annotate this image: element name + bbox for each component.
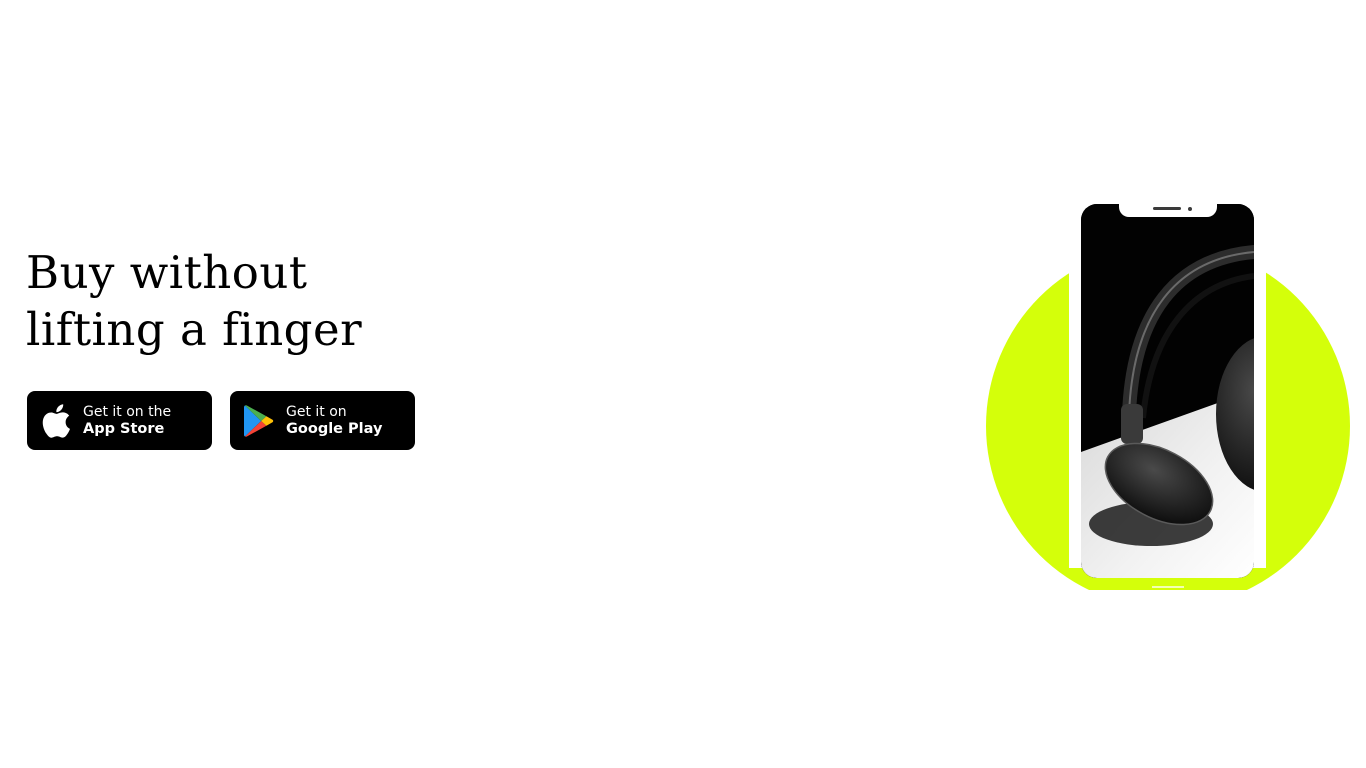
app-store-line-1: Get it on the bbox=[83, 403, 172, 420]
google-play-icon bbox=[242, 403, 276, 439]
phone-camera bbox=[1188, 207, 1192, 211]
apple-icon bbox=[39, 403, 73, 439]
phone-mockup-illustration bbox=[986, 204, 1350, 590]
headphones-photo bbox=[1081, 204, 1254, 578]
google-play-label: Get it on Google Play bbox=[286, 404, 382, 438]
headline-line-2: lifting a finger bbox=[26, 303, 363, 356]
google-play-button[interactable]: Get it on Google Play bbox=[230, 391, 415, 450]
store-buttons: Get it on the App Store Get it on Google… bbox=[27, 391, 415, 450]
headline: Buy without lifting a finger bbox=[26, 244, 362, 358]
phone-speaker bbox=[1153, 207, 1181, 210]
phone-screen bbox=[1081, 204, 1254, 578]
hero-text: Buy without lifting a finger bbox=[26, 244, 362, 358]
phone-notch bbox=[1119, 204, 1217, 217]
app-store-label: Get it on the App Store bbox=[83, 404, 171, 438]
app-store-button[interactable]: Get it on the App Store bbox=[27, 391, 212, 450]
app-store-line-2: App Store bbox=[83, 420, 165, 437]
google-play-line-1: Get it on bbox=[286, 403, 347, 420]
headline-line-1: Buy without bbox=[26, 246, 308, 299]
home-indicator bbox=[1152, 586, 1184, 588]
google-play-line-2: Google Play bbox=[286, 420, 383, 437]
